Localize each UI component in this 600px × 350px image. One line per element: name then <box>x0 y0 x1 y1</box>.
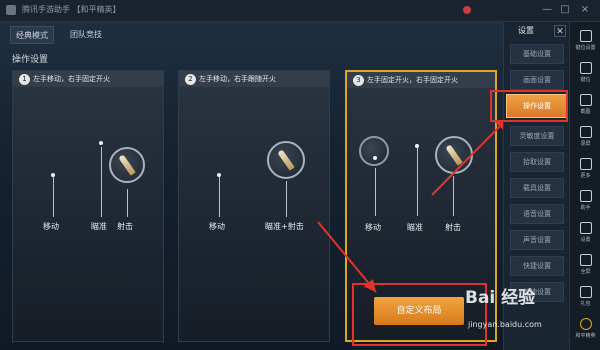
aim-slider <box>417 148 418 216</box>
fire-slider <box>453 176 454 216</box>
move-slider <box>53 175 54 217</box>
fire-label: 射击 <box>445 223 461 232</box>
settings-item-sensitivity[interactable]: 灵敏度设置 <box>510 126 564 146</box>
gear-icon <box>579 222 592 234</box>
settings-item-sound[interactable]: 声音设置 <box>510 230 564 250</box>
settings-item-operation[interactable]: 操作设置 <box>506 94 568 118</box>
app-logo-icon <box>6 5 16 15</box>
settings-item-pickup[interactable]: 拾取设置 <box>510 152 564 172</box>
aim-label: 瞄准 <box>407 223 423 232</box>
settings-item-graphics[interactable]: 画面设置 <box>510 70 564 90</box>
maximize-button[interactable]: □ <box>558 3 572 17</box>
move-label: 移动 <box>365 223 381 232</box>
layout-option-2[interactable]: 2 左手移动，右手跟随开火 移动 瞄准+射击 <box>178 70 330 342</box>
custom-layout-button[interactable]: 自定义布局 <box>374 297 464 325</box>
more-icon <box>579 158 592 170</box>
tool-keymap[interactable]: 键位设置 <box>571 28 600 58</box>
video-icon <box>579 126 592 138</box>
minimize-button[interactable]: — <box>540 3 554 17</box>
tool-settings[interactable]: 设置 <box>571 220 600 250</box>
keyboard-icon <box>579 30 592 42</box>
tool-record[interactable]: 录屏 <box>571 124 600 154</box>
gamepad-icon <box>579 62 592 74</box>
layout-option-header: 3 左手固定开火，右手固定开火 <box>347 72 495 88</box>
option-number: 1 <box>19 73 30 85</box>
bullet-icon <box>445 144 463 166</box>
aim-fire-slider <box>286 181 287 217</box>
right-toolbar: 键位设置 键位 截图 录屏 更多 助手 设置 全屏 礼包 和平精英 <box>569 22 600 350</box>
fullscreen-icon <box>579 254 592 266</box>
move-slider <box>219 175 220 217</box>
left-fire-button-icon <box>359 136 389 166</box>
aim-slider <box>101 147 102 217</box>
layout-option-header: 1 左手移动，右手固定开火 <box>13 71 163 87</box>
aim-fire-button-icon <box>267 141 305 179</box>
section-title: 操作设置 <box>12 55 49 65</box>
tab-classic-mode[interactable]: 经典模式 <box>10 26 54 44</box>
fire-button-icon <box>109 147 145 183</box>
aim-knob <box>415 144 419 148</box>
tool-assistant[interactable]: 助手 <box>571 188 600 218</box>
game-logo-icon <box>579 318 592 330</box>
move-knob <box>373 156 377 160</box>
move-label: 移动 <box>43 222 59 231</box>
watermark-logo: Bai 经验 <box>465 288 536 308</box>
aim-knob <box>99 141 103 145</box>
tool-game[interactable]: 和平精英 <box>571 316 600 346</box>
option-number: 3 <box>353 74 364 86</box>
assistant-icon <box>579 190 592 202</box>
settings-item-basic[interactable]: 基础设置 <box>510 44 564 64</box>
watermark-url: jingyan.baidu.com <box>468 320 542 329</box>
close-window-button[interactable]: × <box>578 3 592 17</box>
layout-option-header: 2 左手移动，右手跟随开火 <box>179 71 329 87</box>
tool-more[interactable]: 更多 <box>571 156 600 186</box>
aim-label: 瞄准 <box>91 222 107 231</box>
settings-item-shortcut[interactable]: 快捷设置 <box>510 256 564 276</box>
move-knob <box>51 173 55 177</box>
move-knob <box>217 173 221 177</box>
fire-slider <box>127 189 128 217</box>
record-indicator-icon <box>463 6 471 14</box>
aim-fire-label: 瞄准+射击 <box>265 222 304 231</box>
gift-icon <box>579 286 592 298</box>
tool-screenshot[interactable]: 截图 <box>571 92 600 122</box>
option-number: 2 <box>185 73 196 85</box>
title-bar: 腾讯手游助手 【和平精英】 — □ × <box>0 0 600 22</box>
tool-fullscreen[interactable]: 全屏 <box>571 252 600 282</box>
settings-item-voice[interactable]: 语音设置 <box>510 204 564 224</box>
settings-close-button[interactable]: ✕ <box>554 25 566 37</box>
layout-option-1[interactable]: 1 左手移动，右手固定开火 移动 瞄准 射击 <box>12 70 164 342</box>
tool-keys[interactable]: 键位 <box>571 60 600 90</box>
bullet-icon <box>118 154 136 176</box>
camera-icon <box>579 94 592 106</box>
settings-item-vehicle[interactable]: 载具设置 <box>510 178 564 198</box>
fire-label: 射击 <box>117 222 133 231</box>
window-title: 腾讯手游助手 【和平精英】 <box>22 5 121 14</box>
right-fire-button-icon <box>435 136 473 174</box>
move-slider <box>375 168 376 216</box>
tab-team-battle[interactable]: 团队竞技 <box>64 26 108 44</box>
tool-gift[interactable]: 礼包 <box>571 284 600 314</box>
bullet-icon <box>277 149 295 171</box>
move-label: 移动 <box>209 222 225 231</box>
